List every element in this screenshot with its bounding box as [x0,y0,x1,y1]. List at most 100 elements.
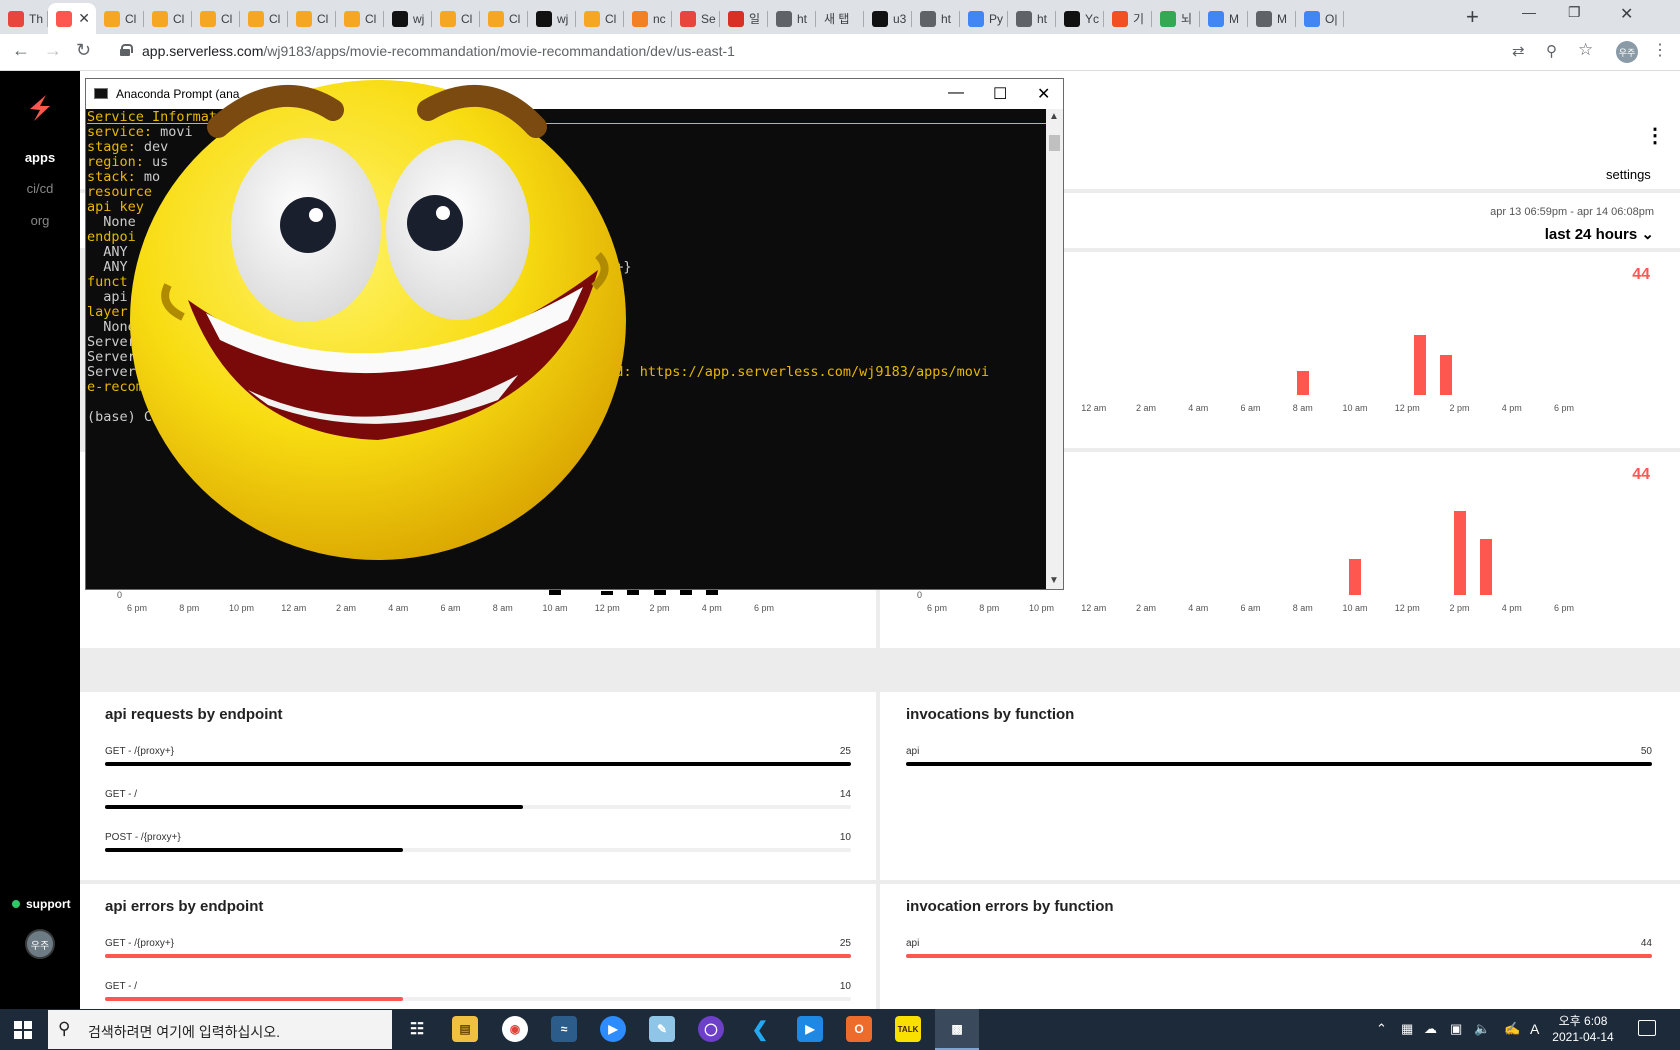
browser-tab[interactable]: ht [768,3,816,34]
media-player-icon[interactable]: ▶ [797,1016,823,1042]
browser-tab[interactable]: 뇌 [1152,3,1200,34]
close-window-button[interactable]: ✕ [1620,4,1633,24]
back-button[interactable]: ← [12,40,30,61]
aws-box-icon [200,10,216,27]
file-explorer-icon[interactable]: ▤ [452,1016,478,1042]
chart-bar[interactable] [601,591,614,595]
chart-bar[interactable] [1479,539,1492,595]
scroll-thumb[interactable] [1049,135,1060,151]
chart-bar[interactable] [1296,371,1309,395]
scroll-up-icon[interactable]: ▲ [1049,111,1059,122]
network-icon[interactable]: ▣ [1450,1021,1462,1037]
x-tick-label: 10 am [1342,603,1368,613]
anaconda-prompt-taskbar-icon[interactable]: ▩ [935,1009,979,1050]
vscode-icon[interactable]: ❮ [747,1016,773,1042]
support-link[interactable]: support [12,897,71,911]
x-tick-label: 6 am [440,603,461,613]
y-tick-label: 0 [916,590,922,600]
browser-tab[interactable]: M [1248,3,1296,34]
metric-value: 25 [839,938,851,949]
globe-icon [1016,10,1032,27]
browser-tab[interactable]: Cl [288,3,336,34]
ime-indicator[interactable]: A [1530,1021,1539,1037]
minimize-window-button[interactable]: — [1522,4,1536,20]
metric-bar-fill [105,805,523,809]
kakaotalk-icon[interactable]: TALK [895,1016,921,1042]
chrome-icon[interactable]: ◉ [502,1016,528,1042]
browser-tab[interactable]: Yc [1056,3,1104,34]
x-tick-label: 4 am [1188,603,1209,613]
console-minimize-button[interactable]: — [948,84,964,102]
github-desktop-icon[interactable]: ◯ [698,1016,724,1042]
rail-nav-cicd[interactable]: ci/cd [0,181,80,196]
browser-tab[interactable]: Cl [432,3,480,34]
browser-tab[interactable]: Se [672,3,720,34]
new-tab-button[interactable]: + [1466,6,1479,28]
taskbar-search-box[interactable]: ⚲ 검색하려면 여기에 입력하십시오. [48,1010,392,1049]
browser-tab[interactable]: Cl [336,3,384,34]
browser-tab[interactable]: O| [1296,3,1344,34]
reload-button[interactable]: ↻ [76,40,91,61]
console-maximize-button[interactable]: ☐ [993,84,1007,104]
meet-now-icon[interactable]: ▦ [1401,1021,1413,1037]
grinning-emoji-image [130,80,626,560]
serverless-logo-icon[interactable] [26,91,54,125]
office-icon[interactable]: O [846,1016,872,1042]
browser-tab[interactable]: ht [912,3,960,34]
chart-bar[interactable] [1440,355,1453,395]
volume-icon[interactable]: 🔈 [1474,1021,1490,1037]
more-options-icon[interactable]: ⋮ [1645,123,1665,148]
browser-tab[interactable]: Cl [576,3,624,34]
rail-nav-org[interactable]: org [0,213,80,228]
user-avatar[interactable]: 우주 [25,929,55,959]
browser-tab[interactable]: Cl [240,3,288,34]
taskbar-clock[interactable]: 오후 6:08 2021-04-14 [1548,1013,1618,1045]
browser-tab-active[interactable]: ✕ [48,3,96,34]
restore-window-button[interactable]: ❐ [1568,4,1581,21]
chrome-menu-icon[interactable]: ⋮ [1652,40,1668,60]
browser-tab[interactable]: Py [960,3,1008,34]
bookmark-star-icon[interactable]: ☆ [1578,40,1593,60]
metric-label: GET - /{proxy+} [105,938,175,949]
browser-tab[interactable]: nc [624,3,672,34]
browser-tab[interactable]: Cl [96,3,144,34]
console-text: layer [87,304,128,320]
browser-tab[interactable]: 기 [1104,3,1152,34]
chart-bar[interactable] [1349,559,1361,595]
browser-tab[interactable]: 일 [720,3,768,34]
api-requests-panel: api requests by endpoint GET - /{proxy+}… [80,692,876,880]
console-close-button[interactable]: ✕ [1037,84,1050,104]
console-scrollbar[interactable]: ▲ ▼ [1046,109,1063,589]
chart-bar[interactable] [1414,335,1427,395]
scroll-down-icon[interactable]: ▼ [1049,575,1059,586]
pen-icon[interactable]: ✍ [1504,1021,1520,1037]
browser-tab[interactable]: wj [384,3,432,34]
browser-tab[interactable]: Cl [144,3,192,34]
close-tab-icon[interactable]: ✕ [78,10,90,27]
zoom-icon[interactable]: ⚲ [1546,42,1557,60]
browser-tab[interactable]: M [1200,3,1248,34]
notes-icon[interactable]: ✎ [649,1016,675,1042]
tray-overflow-icon[interactable]: ⌃ [1376,1021,1387,1037]
sql-icon[interactable]: ≈ [551,1016,577,1042]
settings-link[interactable]: settings [1606,167,1651,182]
browser-tab[interactable]: u3 [864,3,912,34]
browser-tab[interactable]: 새 탭 [816,3,864,34]
forward-button[interactable]: → [44,40,62,61]
notification-center-icon[interactable] [1638,1020,1656,1036]
windows-start-icon[interactable] [14,1021,32,1039]
browser-tab[interactable]: Th [0,3,48,34]
rail-nav-apps[interactable]: apps [0,150,80,165]
browser-tab[interactable]: Cl [192,3,240,34]
period-selector[interactable]: last 24 hours ⌄ [1545,225,1654,243]
x-tick-label: 4 pm [701,603,722,613]
chart-bar[interactable] [1453,511,1466,595]
onedrive-icon[interactable]: ☁ [1424,1021,1437,1037]
browser-tab[interactable]: Cl [480,3,528,34]
task-view-icon[interactable]: ☷ [404,1016,430,1042]
profile-avatar[interactable]: 우주 [1616,41,1638,63]
zoom-app-icon[interactable]: ▶ [600,1016,626,1042]
translate-icon[interactable]: ⇄ [1512,42,1525,60]
browser-tab[interactable]: wj [528,3,576,34]
browser-tab[interactable]: ht [1008,3,1056,34]
